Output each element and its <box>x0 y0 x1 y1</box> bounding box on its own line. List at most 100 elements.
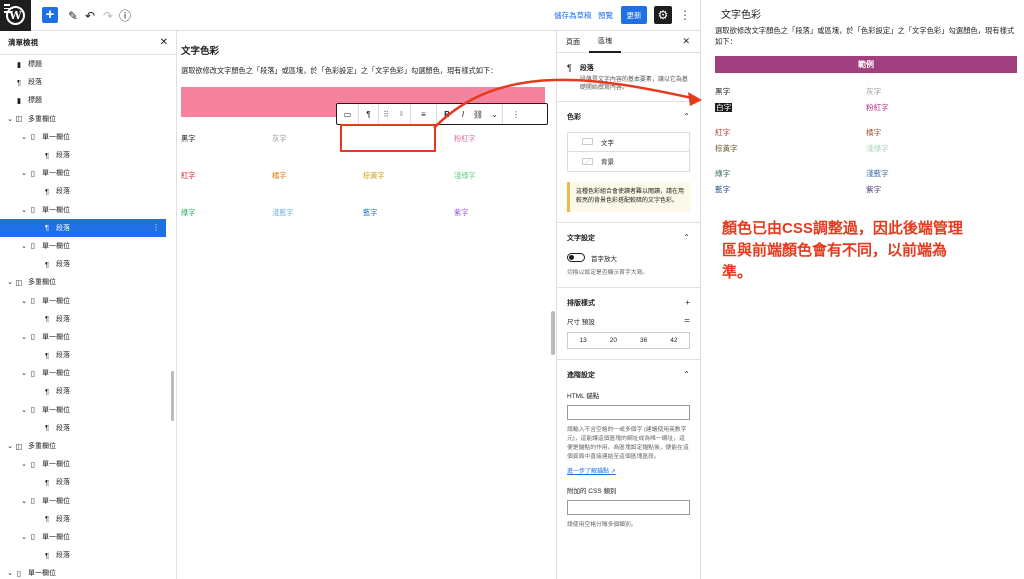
chevron-down-icon[interactable]: ⌄ <box>6 442 14 450</box>
color-sample-paragraph[interactable]: 紅字 <box>181 171 272 208</box>
list-view-item[interactable]: ⌄ ▯ 單一欄位 <box>0 164 166 182</box>
color-sample-paragraph[interactable]: 紫字 <box>454 208 545 245</box>
chevron-down-icon[interactable]: ⌄ <box>6 115 14 123</box>
chevron-down-icon[interactable]: ⌄ <box>6 278 14 286</box>
color-sample-paragraph[interactable]: 淺綠字 <box>454 171 545 208</box>
font-size-option[interactable]: 42 <box>659 333 689 348</box>
size-settings-icon[interactable]: ⚌ <box>684 316 690 326</box>
color-panel-header[interactable]: 色彩 ⌃ <box>567 112 690 122</box>
css-class-input[interactable] <box>567 500 690 516</box>
redo-icon[interactable]: ↷ <box>102 7 114 24</box>
list-view-item[interactable]: ⌄ ▯ 單一欄位 <box>0 528 166 546</box>
update-button[interactable]: 更新 <box>621 6 647 24</box>
pencil-tools-icon[interactable]: ✎ <box>66 7 80 24</box>
list-view-item[interactable]: ▮ 標題 <box>0 55 166 73</box>
list-view-item[interactable]: ⌄ ▯ 單一欄位 <box>0 364 166 382</box>
chevron-down-icon[interactable]: ⌄ <box>20 533 28 541</box>
info-icon[interactable]: ⓘ <box>119 7 131 24</box>
color-sample-paragraph[interactable]: 淺藍字 <box>272 208 363 245</box>
save-draft-button[interactable]: 儲存為草稿 <box>554 10 592 21</box>
list-view-item[interactable]: ⌄ ▯ 單一欄位 <box>0 455 166 473</box>
list-view-item[interactable]: ⌄ ▯ 單一欄位 <box>0 201 166 219</box>
link-icon[interactable]: ⛓ <box>469 104 487 124</box>
close-icon[interactable]: ✕ <box>160 37 168 48</box>
add-block-button[interactable]: + <box>42 7 58 23</box>
list-view-item[interactable]: ⌄ ▯ 單一欄位 <box>0 291 166 309</box>
list-view-item[interactable]: ¶ 段落 <box>0 382 166 400</box>
color-sample-paragraph[interactable]: 黑字 <box>181 134 272 171</box>
color-sample-paragraph[interactable]: 棕黃字 <box>363 171 454 208</box>
move-up-down-icon[interactable]: ⇕ <box>393 104 411 124</box>
advanced-header[interactable]: 進階設定 ⌃ <box>567 370 690 380</box>
intro-paragraph[interactable]: 選取欲修改文字顏色之「段落」或區塊，於「色彩設定」之「文字色彩」勾選顏色，現有樣… <box>181 66 497 76</box>
list-view-item[interactable]: ▮ 標題 <box>0 91 166 109</box>
list-view-item[interactable]: ⌄ ▯ 單一欄位 <box>0 492 166 510</box>
tab-block[interactable]: 區塊 <box>589 31 621 53</box>
chevron-down-icon[interactable]: ⌄ <box>20 497 28 505</box>
list-view-item[interactable]: ¶ 段落 <box>0 182 166 200</box>
list-view-item[interactable]: ¶ 段落 <box>0 419 166 437</box>
list-view-item[interactable]: ¶ 段落 <box>0 310 166 328</box>
list-view-item[interactable]: ⌄ ◫ 多重欄位 <box>0 273 166 291</box>
chevron-down-icon[interactable]: ⌄ <box>20 169 28 177</box>
list-view-item[interactable]: ⌄ ▯ 單一欄位 <box>0 237 166 255</box>
text-color-option[interactable]: 文字 <box>568 133 689 152</box>
plus-icon[interactable]: + <box>685 298 690 308</box>
text-settings-header[interactable]: 文字設定 ⌃ <box>567 233 690 243</box>
chevron-down-icon[interactable]: ⌄ <box>6 569 14 577</box>
chevron-down-icon[interactable]: ⌄ <box>20 206 28 214</box>
chevron-down-icon[interactable]: ⌄ <box>20 333 28 341</box>
list-view-item[interactable]: ¶ 段落 <box>0 255 166 273</box>
font-size-option[interactable]: 20 <box>598 333 628 348</box>
chevron-down-icon[interactable]: ⌄ <box>20 133 28 141</box>
tab-page[interactable]: 頁面 <box>557 31 589 53</box>
list-view-item[interactable]: ¶ 段落 <box>0 146 166 164</box>
background-color-option[interactable]: 背景 <box>568 152 689 171</box>
html-anchor-input[interactable] <box>567 405 690 421</box>
preview-button[interactable]: 預覽 <box>598 10 613 21</box>
list-view-item[interactable]: ⌄ ◫ 多重欄位 <box>0 110 166 128</box>
chevron-down-icon[interactable]: ⌄ <box>20 369 28 377</box>
chevron-down-icon[interactable]: ⌄ <box>487 104 503 124</box>
chevron-down-icon[interactable]: ⌄ <box>20 242 28 250</box>
undo-icon[interactable]: ↶ <box>84 7 96 24</box>
item-options-icon[interactable]: ⋮ <box>152 223 160 232</box>
close-icon[interactable]: ✕ <box>682 36 690 47</box>
color-sample-paragraph[interactable]: 橘字 <box>272 171 363 208</box>
page-heading[interactable]: 文字色彩 <box>181 43 219 57</box>
list-view-item[interactable]: ⌄ ▯ 單一欄位 <box>0 564 166 579</box>
list-view-scrollbar[interactable] <box>171 371 174 421</box>
drag-handle-icon[interactable]: ⠿ <box>379 104 393 124</box>
list-view-item[interactable]: ¶ 段落 <box>0 473 166 491</box>
color-sample-paragraph[interactable]: 藍字 <box>363 208 454 245</box>
parent-block-icon[interactable]: ▭ <box>337 104 359 124</box>
list-view-item[interactable]: ¶ 段落 <box>0 510 166 528</box>
align-text-icon[interactable]: ≡ <box>411 104 437 124</box>
list-view-item[interactable]: ¶ 段落 <box>0 346 166 364</box>
italic-icon[interactable]: I <box>457 104 469 124</box>
font-size-option[interactable]: 13 <box>568 333 598 348</box>
canvas-scrollbar[interactable] <box>551 311 555 355</box>
list-view-item[interactable]: ¶ 段落 <box>0 73 166 91</box>
list-view-item[interactable]: ⌄ ▯ 單一欄位 <box>0 128 166 146</box>
list-view-item[interactable]: ¶ 段落 <box>0 546 166 564</box>
paragraph-block-icon[interactable]: ¶ <box>359 104 379 124</box>
learn-anchor-link[interactable]: 進一步了解錨點 ↗ <box>567 466 690 475</box>
chevron-down-icon[interactable]: ⌄ <box>20 460 28 468</box>
list-view-item[interactable]: ⌄ ▯ 單一欄位 <box>0 401 166 419</box>
block-options-icon[interactable]: ⋮ <box>503 104 529 124</box>
chevron-down-icon[interactable]: ⌄ <box>20 406 28 414</box>
more-options-icon[interactable]: ⋮ <box>679 8 691 22</box>
font-size-option[interactable]: 36 <box>629 333 659 348</box>
color-sample-paragraph[interactable]: 粉紅字 <box>454 134 545 171</box>
settings-gear-icon[interactable]: ⚙ <box>654 6 672 24</box>
list-view-item[interactable]: ⌄ ▯ 單一欄位 <box>0 328 166 346</box>
list-view-item[interactable]: ¶ 段落 ⋮ <box>0 218 166 237</box>
drop-cap-toggle[interactable] <box>567 253 585 263</box>
typography-header[interactable]: 排版樣式 + <box>567 298 690 308</box>
bold-icon[interactable]: B <box>437 104 457 124</box>
chevron-down-icon[interactable]: ⌄ <box>20 297 28 305</box>
list-view-item[interactable]: ⌄ ◫ 多重欄位 <box>0 437 166 455</box>
list-view-item-label: 單一欄位 <box>42 333 70 341</box>
color-sample-paragraph[interactable]: 綠字 <box>181 208 272 245</box>
